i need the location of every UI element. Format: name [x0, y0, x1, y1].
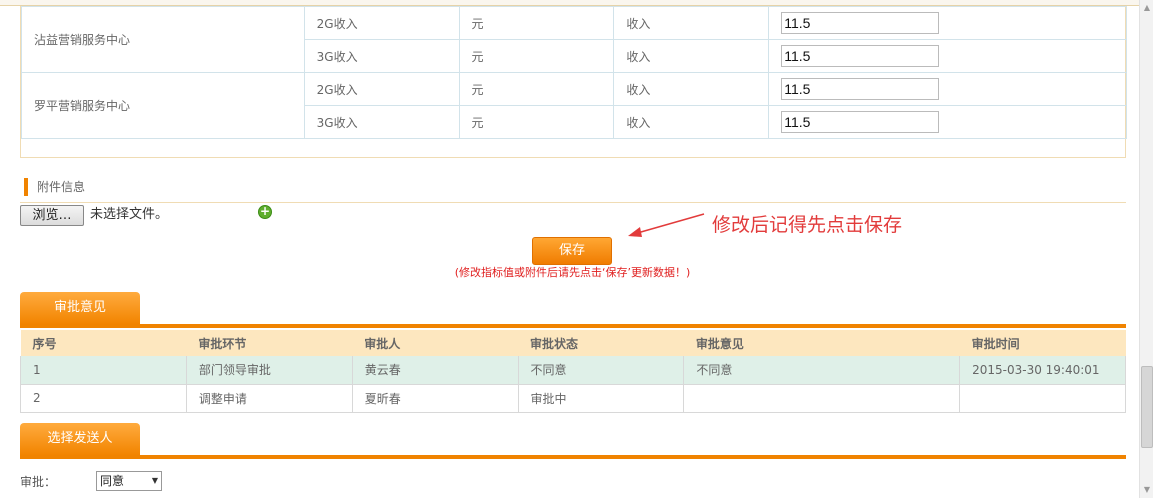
- table-row: 沾益营销服务中心 2G收入 元 收入: [21, 6, 1127, 73]
- indicator-unit: 元: [459, 105, 615, 139]
- org-name: 沾益营销服务中心: [21, 6, 305, 73]
- indicator-unit: 元: [459, 39, 615, 73]
- column-header: 审批意见: [683, 330, 960, 356]
- section-divider: [20, 202, 1126, 203]
- save-button[interactable]: 保存: [532, 237, 612, 265]
- indicator-value-cell: [768, 39, 1127, 73]
- table-row: 罗平营销服务中心 2G收入 元 收入: [21, 72, 1127, 139]
- table-cell: 调整申请: [185, 384, 353, 413]
- scroll-up-icon[interactable]: ▲: [1141, 2, 1153, 14]
- table-cell: 不同意: [517, 356, 685, 385]
- indicator-table: 沾益营销服务中心 2G收入 元 收入 3G收入 元 收入 罗平营销服务中心 2G…: [21, 6, 1127, 139]
- approve-select-value: 同意: [100, 474, 125, 488]
- browse-button[interactable]: 浏览…: [20, 205, 84, 226]
- indicator-value-input[interactable]: [781, 111, 940, 133]
- table-cell: 不同意: [683, 356, 961, 385]
- approval-header-row: 序号 审批环节 审批人 审批状态 审批意见 审批时间: [20, 330, 1126, 356]
- approval-tab-bar: 审批意见: [20, 292, 1126, 328]
- table-cell: 2015-03-30 19:40:01: [959, 356, 1126, 385]
- column-header: 审批人: [352, 330, 519, 356]
- indicator-value-input[interactable]: [781, 12, 940, 34]
- approve-select[interactable]: 同意 ▼: [96, 471, 162, 491]
- indicator-value-input[interactable]: [781, 78, 940, 100]
- indicator-type: 收入: [613, 72, 770, 106]
- approve-label: 审批：: [20, 475, 57, 489]
- table-row: 2 调整申请 夏昕春 审批中: [20, 384, 1126, 413]
- indicator-value-cell: [768, 72, 1127, 106]
- indicator-unit: 元: [459, 6, 615, 40]
- approval-table: 序号 审批环节 审批人 审批状态 审批意见 审批时间 1 部门领导审批 黄云春 …: [20, 330, 1126, 413]
- tab-select-recipient[interactable]: 选择发送人: [20, 423, 140, 455]
- indicator-panel: 沾益营销服务中心 2G收入 元 收入 3G收入 元 收入 罗平营销服务中心 2G…: [20, 6, 1127, 158]
- indicator-item: 2G收入: [303, 72, 460, 106]
- table-cell: [683, 384, 961, 413]
- table-cell: 1: [20, 356, 187, 385]
- table-cell: 夏昕春: [351, 384, 519, 413]
- table-row: 1 部门领导审批 黄云春 不同意 不同意 2015-03-30 19:40:01: [20, 356, 1126, 385]
- column-header: 审批时间: [959, 330, 1126, 356]
- annotation-text: 修改后记得先点击保存: [712, 214, 903, 236]
- save-hint: (修改指标值或附件后请先点击‘保存’更新数据！): [454, 266, 691, 279]
- indicator-unit: 元: [459, 72, 615, 106]
- indicator-value-cell: [768, 105, 1127, 139]
- scrollbar-thumb[interactable]: [1141, 366, 1153, 448]
- column-header: 序号: [20, 330, 187, 356]
- chevron-down-icon: ▼: [151, 476, 158, 485]
- attachment-section-title: 附件信息: [24, 178, 85, 196]
- indicator-value-cell: [768, 6, 1127, 40]
- vertical-scrollbar[interactable]: ▲ ▼: [1139, 0, 1153, 498]
- indicator-type: 收入: [613, 39, 770, 73]
- indicator-type: 收入: [613, 105, 770, 139]
- table-cell: 2: [20, 384, 187, 413]
- org-name: 罗平营销服务中心: [21, 72, 305, 139]
- scroll-down-icon[interactable]: ▼: [1141, 484, 1153, 496]
- indicator-item: 2G收入: [303, 6, 460, 40]
- no-file-text: 未选择文件。: [90, 207, 169, 222]
- annotation-arrow-icon: [628, 213, 705, 237]
- table-cell: 部门领导审批: [185, 356, 353, 385]
- indicator-item: 3G收入: [303, 105, 460, 139]
- send-tab-bar: 选择发送人: [20, 423, 1126, 459]
- table-cell: [959, 384, 1126, 413]
- column-header: 审批环节: [186, 330, 353, 356]
- indicator-item: 3G收入: [303, 39, 460, 73]
- column-header: 审批状态: [518, 330, 684, 356]
- indicator-type: 收入: [613, 6, 770, 40]
- plus-circle-icon[interactable]: +: [258, 205, 272, 219]
- table-cell: 黄云春: [351, 356, 519, 385]
- tab-approval-opinion[interactable]: 审批意见: [20, 292, 140, 324]
- indicator-value-input[interactable]: [781, 45, 940, 67]
- table-cell: 审批中: [517, 384, 685, 413]
